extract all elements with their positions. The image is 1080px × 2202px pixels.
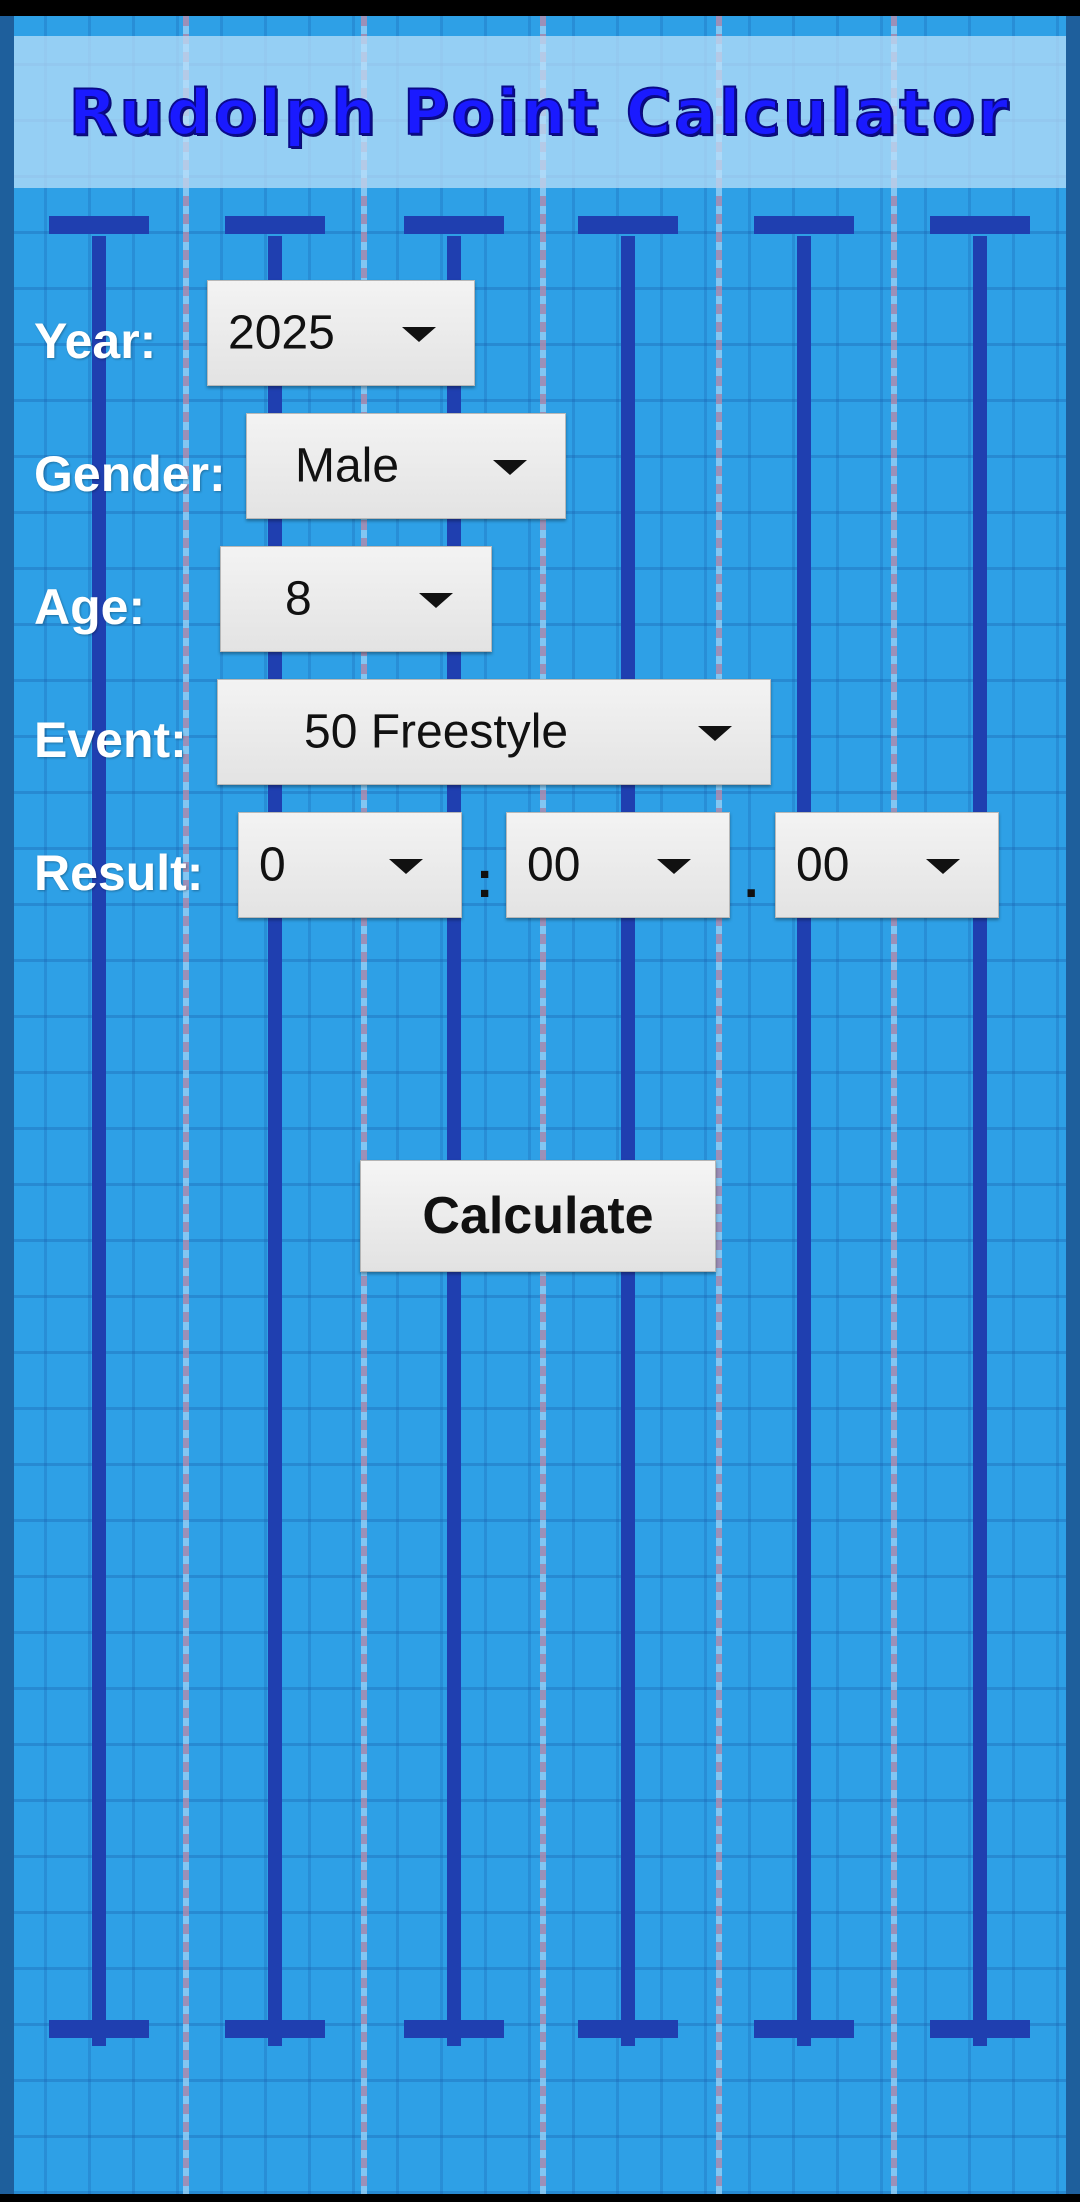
- result-minutes-value: 0: [259, 838, 286, 892]
- lane-marking: [797, 236, 811, 2046]
- event-value: 50 Freestyle: [304, 705, 569, 759]
- age-label: Age:: [34, 579, 146, 635]
- lane-marking-cap: [930, 2020, 1030, 2038]
- result-separator-colon: :: [476, 851, 494, 909]
- lane-rope: [716, 16, 722, 2194]
- event-label: Event:: [34, 712, 187, 768]
- result-hundredths-value: 00: [796, 838, 850, 892]
- gender-label: Gender:: [34, 446, 226, 502]
- result-label: Result:: [34, 845, 204, 901]
- app-screen: Rudolph Point Calculator Year: 2025 Gend…: [0, 16, 1080, 2194]
- lane-rope: [540, 16, 546, 2194]
- lane-marking: [92, 236, 106, 2046]
- year-label: Year:: [34, 313, 157, 369]
- lane-marking-cap: [49, 2020, 149, 2038]
- lane-marking-cap: [754, 2020, 854, 2038]
- app-title: Rudolph Point Calculator: [68, 75, 1012, 150]
- lane-marking-cap: [404, 216, 504, 234]
- lane-marking-cap: [578, 2020, 678, 2038]
- age-dropdown[interactable]: 8: [220, 546, 492, 652]
- result-seconds-value: 00: [527, 838, 581, 892]
- gender-dropdown[interactable]: Male: [246, 413, 566, 519]
- event-dropdown[interactable]: 50 Freestyle: [217, 679, 771, 785]
- caret-down-icon: [493, 460, 527, 475]
- result-seconds-dropdown[interactable]: 00: [506, 812, 730, 918]
- pool-edge-right: [1066, 16, 1080, 2194]
- title-bar: Rudolph Point Calculator: [14, 36, 1066, 188]
- gender-value: Male: [295, 439, 400, 493]
- lane-marking: [621, 236, 635, 2046]
- caret-down-icon: [698, 726, 732, 741]
- caret-down-icon: [657, 859, 691, 874]
- lane-marking: [973, 236, 987, 2046]
- lane-marking-cap: [225, 216, 325, 234]
- lane-marking-cap: [578, 216, 678, 234]
- lane-marking-cap: [49, 216, 149, 234]
- result-hundredths-dropdown[interactable]: 00: [775, 812, 999, 918]
- caret-down-icon: [419, 593, 453, 608]
- year-dropdown[interactable]: 2025: [207, 280, 475, 386]
- caret-down-icon: [402, 327, 436, 342]
- result-minutes-dropdown[interactable]: 0: [238, 812, 462, 918]
- year-value: 2025: [228, 306, 335, 360]
- lane-rope: [183, 16, 189, 2194]
- lane-marking-cap: [225, 2020, 325, 2038]
- result-separator-dot: .: [744, 851, 759, 909]
- lane-marking-cap: [754, 216, 854, 234]
- lane-marking-cap: [930, 216, 1030, 234]
- lane-rope: [891, 16, 897, 2194]
- caret-down-icon: [926, 859, 960, 874]
- calculate-button[interactable]: Calculate: [360, 1160, 716, 1272]
- caret-down-icon: [389, 859, 423, 874]
- lane-marking-cap: [404, 2020, 504, 2038]
- age-value: 8: [285, 572, 312, 626]
- pool-edge-left: [0, 16, 14, 2194]
